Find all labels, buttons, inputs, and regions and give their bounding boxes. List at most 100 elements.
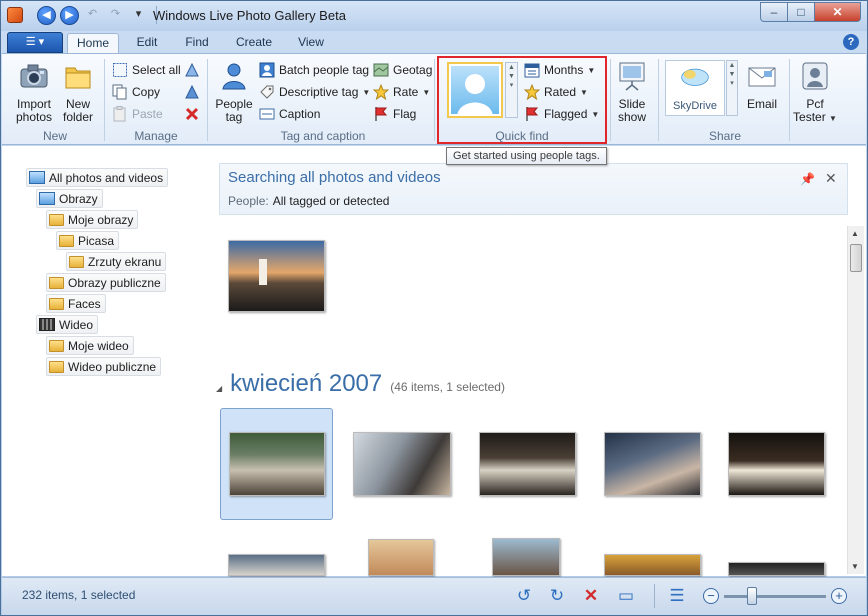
- flag-button[interactable]: Flag: [373, 104, 416, 124]
- copy-icon: [112, 84, 127, 100]
- photo-thumbnail-row2-3[interactable]: [492, 538, 560, 576]
- file-menu-button[interactable]: ☰ ▾: [7, 32, 63, 53]
- close-button[interactable]: ✕: [814, 2, 861, 22]
- batch-people-icon: [259, 62, 275, 78]
- collapse-triangle-icon[interactable]: ◢: [216, 384, 222, 393]
- import-photos-button[interactable]: Import photos: [12, 60, 56, 124]
- details-view-icon[interactable]: ☰: [667, 586, 687, 606]
- star-icon: [524, 84, 540, 100]
- zoom-out-icon[interactable]: −: [703, 588, 719, 604]
- rated-label: Rated: [544, 85, 577, 99]
- share-gallery-scroll[interactable]: ▲ ▼ ▾: [726, 60, 738, 116]
- rate-button[interactable]: Rate ▼: [373, 82, 430, 102]
- delete-icon[interactable]: [184, 106, 200, 122]
- batch-people-tag-label: Batch people tag: [279, 63, 370, 77]
- photo-thumbnail-classroom[interactable]: [229, 432, 325, 496]
- rated-button[interactable]: Rated ▼: [524, 82, 588, 102]
- copy-button[interactable]: Copy: [112, 82, 160, 102]
- tab-view[interactable]: View: [291, 33, 331, 53]
- qat-dropdown-icon[interactable]: ▾: [129, 6, 148, 25]
- photo-thumbnail-lighthouse[interactable]: [228, 240, 325, 312]
- tree-item-moje-obrazy[interactable]: Moje obrazy: [46, 210, 139, 229]
- back-button[interactable]: ◀: [37, 6, 56, 25]
- tree-item-label: Wideo: [59, 317, 94, 332]
- photo-thumbnail-row2-1[interactable]: [228, 554, 325, 576]
- chevron-down-icon: ▼: [580, 87, 588, 97]
- photo-thumbnail-audience[interactable]: [604, 432, 701, 496]
- photo-thumbnail-row2-2[interactable]: [368, 539, 434, 576]
- photo-thumbnail-stage[interactable]: [479, 432, 576, 496]
- zoom-slider-thumb[interactable]: [747, 587, 757, 605]
- photo-thumbnail-row2-5[interactable]: [728, 562, 825, 576]
- minimize-button[interactable]: –: [760, 2, 788, 22]
- photo-thumbnail-row2-4[interactable]: [604, 554, 701, 576]
- photo-thumbnail-presentation[interactable]: [353, 432, 451, 496]
- tree-item-wideo-publiczne[interactable]: Wideo publiczne: [46, 357, 162, 376]
- tree-item-picasa[interactable]: Picasa: [56, 231, 120, 250]
- geotag-button[interactable]: Geotag: [373, 60, 432, 80]
- rotate-left-icon[interactable]: ↺: [514, 586, 534, 606]
- zoom-slider-track[interactable]: [724, 595, 826, 598]
- flagged-button[interactable]: Flagged ▼: [524, 104, 599, 124]
- month-title: kwiecień 2007: [230, 370, 383, 397]
- delete-icon[interactable]: ✕: [581, 586, 601, 606]
- tree-item-moje-wideo[interactable]: Moje wideo: [46, 336, 134, 355]
- tree-item-all-photos[interactable]: All photos and videos: [26, 168, 169, 187]
- tree-item-obrazy-publiczne[interactable]: Obrazy publiczne: [46, 273, 166, 292]
- email-button[interactable]: Email: [742, 60, 782, 111]
- search-title: Searching all photos and videos: [228, 169, 441, 186]
- people-tag-gallery-item[interactable]: [447, 62, 503, 118]
- months-button[interactable]: Months ▼: [524, 60, 595, 80]
- batch-people-tag-button[interactable]: Batch people tag: [259, 60, 369, 80]
- people-tag-button[interactable]: People tag: [212, 60, 256, 124]
- tab-find[interactable]: Find: [177, 33, 217, 53]
- tab-create[interactable]: Create: [229, 33, 279, 53]
- select-all-button[interactable]: Select all: [112, 60, 181, 80]
- pcf-tester-button[interactable]: Pcf Tester ▼: [792, 60, 838, 125]
- pin-icon[interactable]: 📌: [800, 172, 815, 186]
- descriptive-tag-button[interactable]: Descriptive tag ▼: [259, 82, 370, 102]
- paste-button[interactable]: Paste: [112, 104, 163, 124]
- close-icon[interactable]: ✕: [825, 170, 837, 187]
- tree-item-faces[interactable]: Faces: [46, 294, 106, 313]
- skydrive-gallery-item[interactable]: SkyDrive: [665, 60, 725, 116]
- forward-button[interactable]: ▶: [60, 6, 79, 25]
- photo-thumbnail-performers[interactable]: [728, 432, 825, 496]
- tester-icon: [802, 62, 828, 90]
- navigation-tree: All photos and videos Obrazy Moje obrazy…: [2, 146, 207, 576]
- people-filter-value[interactable]: All tagged or detected: [273, 194, 390, 208]
- ribbon-tabs: ☰ ▾ Home Edit Find Create View ?: [1, 31, 867, 53]
- month-group-header[interactable]: ◢ kwiecień 2007 (46 items, 1 selected): [216, 370, 505, 398]
- new-folder-button[interactable]: New folder: [58, 60, 98, 124]
- scroll-up-arrow-icon[interactable]: ▲: [851, 229, 859, 238]
- photo-gallery-app-icon[interactable]: [7, 7, 23, 23]
- undo-icon[interactable]: ↶: [83, 6, 102, 25]
- slide-show-icon[interactable]: ▭: [616, 586, 636, 606]
- maximize-button[interactable]: □: [787, 2, 815, 22]
- vertical-scrollbar[interactable]: ▲ ▼: [847, 226, 864, 574]
- caption-button[interactable]: Caption: [259, 104, 320, 124]
- tree-item-zrzuty-ekranu[interactable]: Zrzuty ekranu: [66, 252, 167, 271]
- people-tag-label: People tag: [215, 97, 253, 124]
- person-icon: [222, 63, 246, 90]
- rotate-left-icon[interactable]: [184, 62, 200, 78]
- tab-home[interactable]: Home: [67, 33, 119, 53]
- slide-show-label: Slide show: [617, 97, 646, 124]
- rotate-right-icon[interactable]: ↻: [547, 586, 567, 606]
- status-separator: [654, 584, 655, 608]
- rotate-right-icon[interactable]: [184, 84, 200, 100]
- zoom-in-icon[interactable]: +: [831, 588, 847, 604]
- help-icon[interactable]: ?: [843, 34, 859, 50]
- tab-edit[interactable]: Edit: [127, 33, 167, 53]
- email-label: Email: [746, 97, 777, 111]
- month-count: (46 items, 1 selected): [390, 380, 505, 394]
- tree-item-obrazy[interactable]: Obrazy: [36, 189, 103, 208]
- quick-find-gallery-scroll[interactable]: ▲ ▼ ▾: [505, 62, 518, 118]
- flag-icon: [375, 107, 388, 121]
- slide-show-button[interactable]: Slide show: [612, 60, 652, 124]
- scroll-down-arrow-icon[interactable]: ▼: [851, 562, 859, 571]
- redo-icon[interactable]: ↷: [106, 6, 125, 25]
- tree-item-wideo[interactable]: Wideo: [36, 315, 99, 334]
- scrollbar-thumb[interactable]: [850, 244, 862, 272]
- tree-item-label: Zrzuty ekranu: [88, 254, 162, 269]
